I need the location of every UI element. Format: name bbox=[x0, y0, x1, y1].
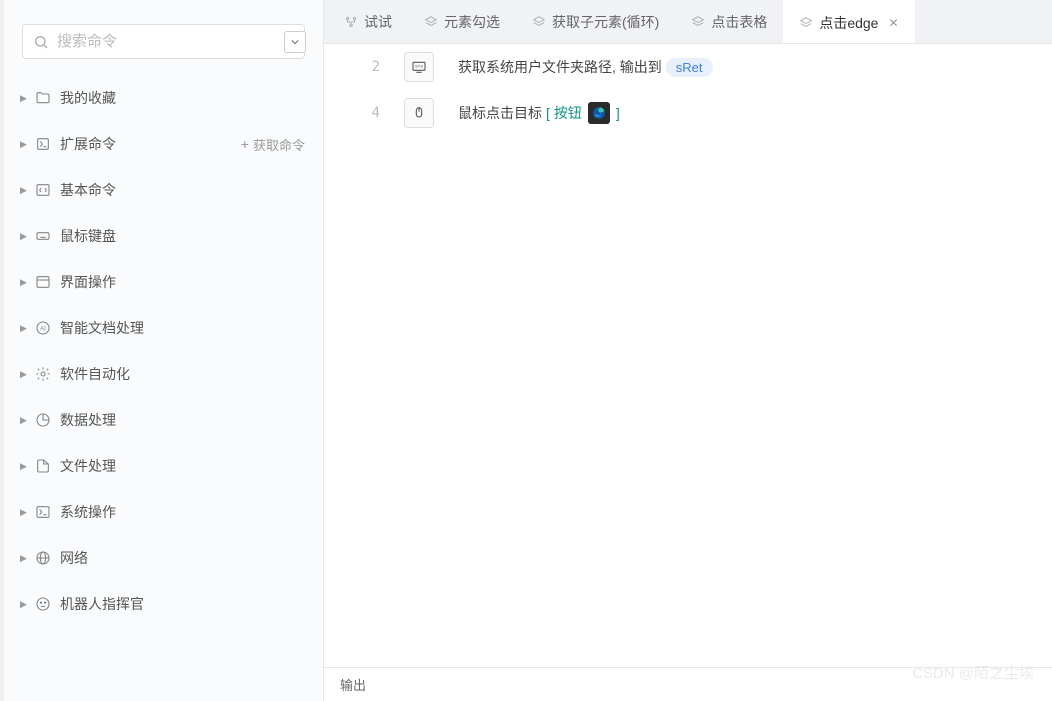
caret-icon: ▶ bbox=[20, 93, 30, 104]
step-icon: SYS bbox=[404, 52, 434, 82]
tree-item-label: 智能文档处理 bbox=[60, 318, 144, 338]
output-label: 输出 bbox=[340, 675, 366, 694]
tree-item-label: 界面操作 bbox=[60, 272, 116, 292]
globe-icon bbox=[34, 549, 52, 567]
system-icon bbox=[34, 503, 52, 521]
tree-item-label: 鼠标键盘 bbox=[60, 226, 116, 246]
tree-item-5[interactable]: ▶ AI 智能文档处理 bbox=[4, 305, 323, 351]
tree-item-label: 系统操作 bbox=[60, 502, 116, 522]
get-command-link[interactable]: + 获取命令 bbox=[241, 135, 305, 154]
stack-icon bbox=[424, 15, 438, 29]
svg-text:AI: AI bbox=[40, 327, 46, 333]
main-area: 试试 元素勾选 获取子元素(循环) 点击表格 点击edge ✕ 2 SYS 获取… bbox=[324, 0, 1052, 701]
tree-item-6[interactable]: ▶ 软件自动化 bbox=[4, 351, 323, 397]
robot-icon bbox=[34, 595, 52, 613]
search-input[interactable] bbox=[57, 33, 294, 50]
chevron-down-icon bbox=[291, 38, 299, 46]
tree-item-1[interactable]: ▶ 扩展命令 + 获取命令 bbox=[4, 121, 323, 167]
caret-icon: ▶ bbox=[20, 185, 30, 196]
keyboard-icon bbox=[34, 227, 52, 245]
tree-item-8[interactable]: ▶ 文件处理 bbox=[4, 443, 323, 489]
caret-icon: ▶ bbox=[20, 507, 30, 518]
caret-icon: ▶ bbox=[20, 415, 30, 426]
bracket-close: ] bbox=[616, 105, 620, 121]
editor[interactable]: 2 SYS 获取系统用户文件夹路径, 输出到 sRet4 鼠标点击目标 [ 按钮… bbox=[324, 44, 1052, 667]
tab-3[interactable]: 点击表格 bbox=[675, 0, 783, 43]
folder-icon bbox=[34, 89, 52, 107]
tree-item-0[interactable]: ▶ 我的收藏 bbox=[4, 75, 323, 121]
tab-label: 元素勾选 bbox=[444, 12, 500, 32]
code-icon bbox=[34, 181, 52, 199]
caret-icon: ▶ bbox=[20, 369, 30, 380]
caret-icon: ▶ bbox=[20, 599, 30, 610]
tab-label: 点击表格 bbox=[711, 12, 767, 32]
step-icon bbox=[404, 98, 434, 128]
output-variable-pill[interactable]: sRet bbox=[666, 58, 713, 77]
sidebar: ▶ 我的收藏 ▶ 扩展命令 + 获取命令▶ 基本命令 ▶ 鼠标键盘 ▶ 界面操作… bbox=[0, 0, 324, 701]
caret-icon: ▶ bbox=[20, 231, 30, 242]
file-icon bbox=[34, 457, 52, 475]
stack-icon bbox=[532, 15, 546, 29]
tree-item-label: 机器人指挥官 bbox=[60, 594, 144, 614]
extension-icon bbox=[34, 135, 52, 153]
tree-item-label: 扩展命令 bbox=[60, 134, 116, 154]
row-text: 获取系统用户文件夹路径, 输出到 bbox=[458, 57, 662, 77]
tree-item-label: 文件处理 bbox=[60, 456, 116, 476]
window-icon bbox=[34, 273, 52, 291]
chart-icon bbox=[34, 411, 52, 429]
row-text: 鼠标点击目标 bbox=[458, 103, 542, 123]
target-label: 按钮 bbox=[554, 103, 582, 123]
tab-label: 获取子元素(循环) bbox=[552, 12, 659, 32]
edge-browser-icon bbox=[588, 102, 610, 124]
search-box bbox=[22, 24, 305, 59]
tab-1[interactable]: 元素勾选 bbox=[408, 0, 516, 43]
editor-row[interactable]: 2 SYS 获取系统用户文件夹路径, 输出到 sRet bbox=[324, 44, 1052, 90]
tree-item-7[interactable]: ▶ 数据处理 bbox=[4, 397, 323, 443]
editor-row[interactable]: 4 鼠标点击目标 [ 按钮 ] bbox=[324, 90, 1052, 136]
tab-bar: 试试 元素勾选 获取子元素(循环) 点击表格 点击edge ✕ bbox=[324, 0, 1052, 44]
gear-icon bbox=[34, 365, 52, 383]
stack-icon bbox=[691, 15, 705, 29]
tree-item-label: 基本命令 bbox=[60, 180, 116, 200]
line-number: 4 bbox=[324, 105, 404, 121]
caret-icon: ▶ bbox=[20, 139, 30, 150]
tree-item-label: 数据处理 bbox=[60, 410, 116, 430]
tab-label: 点击edge bbox=[819, 13, 878, 33]
tree-item-label: 我的收藏 bbox=[60, 88, 116, 108]
tree-item-label: 网络 bbox=[60, 548, 88, 568]
caret-icon: ▶ bbox=[20, 553, 30, 564]
line-number: 2 bbox=[324, 59, 404, 75]
flow-icon bbox=[344, 15, 358, 29]
tree-item-11[interactable]: ▶ 机器人指挥官 bbox=[4, 581, 323, 627]
ai-icon: AI bbox=[34, 319, 52, 337]
tree-item-4[interactable]: ▶ 界面操作 bbox=[4, 259, 323, 305]
tree-item-3[interactable]: ▶ 鼠标键盘 bbox=[4, 213, 323, 259]
output-panel[interactable]: 输出 bbox=[324, 667, 1052, 701]
search-dropdown-button[interactable] bbox=[284, 31, 306, 53]
search-icon bbox=[33, 34, 49, 50]
tab-label: 试试 bbox=[364, 12, 392, 32]
tree-item-10[interactable]: ▶ 网络 bbox=[4, 535, 323, 581]
caret-icon: ▶ bbox=[20, 277, 30, 288]
tab-4[interactable]: 点击edge ✕ bbox=[783, 0, 914, 43]
tab-0[interactable]: 试试 bbox=[328, 0, 408, 43]
tree-item-2[interactable]: ▶ 基本命令 bbox=[4, 167, 323, 213]
bracket-open: [ bbox=[546, 105, 550, 121]
close-icon[interactable]: ✕ bbox=[888, 16, 898, 30]
tab-2[interactable]: 获取子元素(循环) bbox=[516, 0, 675, 43]
command-tree: ▶ 我的收藏 ▶ 扩展命令 + 获取命令▶ 基本命令 ▶ 鼠标键盘 ▶ 界面操作… bbox=[4, 71, 323, 701]
tree-item-9[interactable]: ▶ 系统操作 bbox=[4, 489, 323, 535]
stack-icon bbox=[799, 16, 813, 30]
svg-text:SYS: SYS bbox=[415, 64, 423, 69]
caret-icon: ▶ bbox=[20, 461, 30, 472]
caret-icon: ▶ bbox=[20, 323, 30, 334]
tree-item-label: 软件自动化 bbox=[60, 364, 130, 384]
